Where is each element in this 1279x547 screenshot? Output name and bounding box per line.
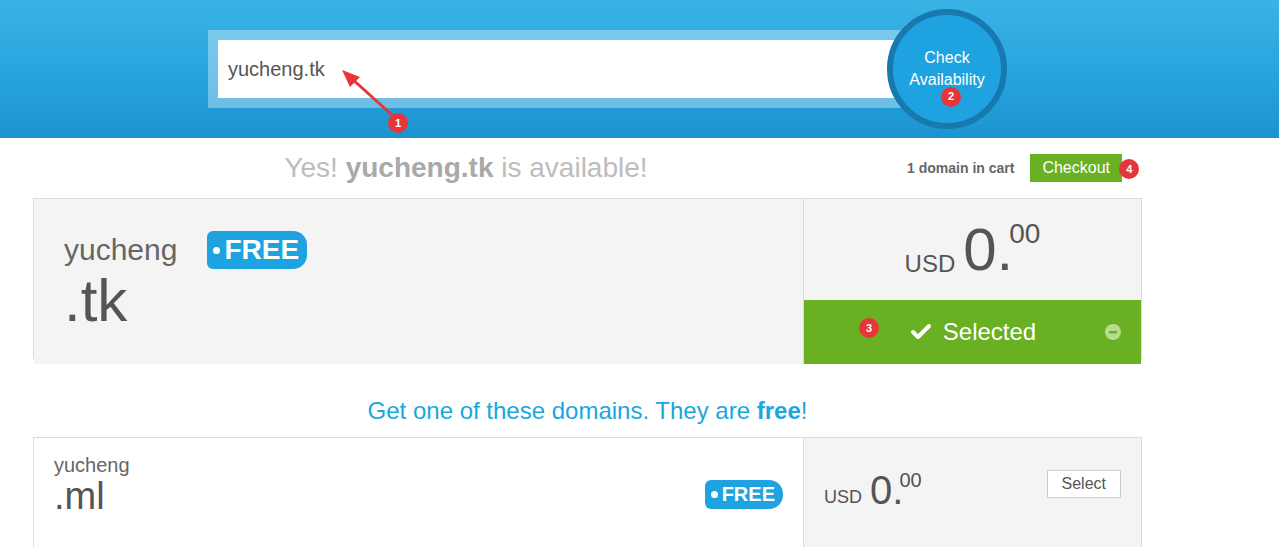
remove-icon[interactable] (1105, 324, 1121, 340)
annotation-badge: 2 (941, 87, 961, 107)
tag-dot (213, 247, 220, 254)
price: USD 0.00 (824, 470, 922, 510)
check-icon (909, 320, 933, 344)
cart: 1 domain in cart Checkout4 (899, 154, 1142, 182)
domain-label: yucheng (54, 454, 130, 477)
annotation-arrow-icon (0, 0, 1279, 138)
search-banner: yucheng.tkCheck Availability2 1 (0, 0, 1279, 138)
domain-label: yucheng (64, 233, 177, 267)
price-cents: 00 (899, 470, 921, 490)
domain-tld: .ml (54, 477, 130, 517)
free-tag: FREE (705, 480, 783, 509)
price: USD 0.00 (905, 220, 1041, 280)
domain-card: yuchengFREE.tkUSD0.00Selected3 (33, 198, 1142, 359)
annotation-badge: 1 (388, 113, 408, 133)
availability-title: Yes! yucheng.tk is available! (33, 152, 899, 184)
suggestion-price-panel: USD 0.00 Select (803, 438, 1141, 547)
annotation-badge: 4 (1119, 159, 1139, 179)
free-tag: FREE (207, 231, 307, 269)
cart-count: 1 domain in cart (907, 160, 1014, 176)
suggestion-card: yucheng.ml FREE USD 0.00 Select (33, 437, 1142, 547)
checkout-button[interactable]: Checkout4 (1030, 154, 1122, 182)
suggestion-name: yucheng.ml FREE (34, 438, 803, 547)
currency: USD (824, 488, 862, 506)
price-cents: 00 (1009, 220, 1040, 248)
select-button[interactable]: Select (1047, 470, 1121, 498)
offer-heading: Get one of these domains. They are free! (33, 397, 1142, 425)
domain-price-panel: USD 0.00 Selected3 (803, 199, 1141, 364)
domain-name: yucheng FREE.tk (34, 199, 803, 364)
domain-search-input[interactable]: yucheng.tk (218, 40, 895, 98)
selected-button[interactable]: Selected3 (804, 300, 1141, 364)
price-whole: 0. (870, 470, 903, 510)
search-frame: yucheng.tk (208, 30, 905, 108)
result-row: Yes! yucheng.tk is available!1 domain in… (33, 138, 1142, 198)
price-whole: 0. (963, 220, 1013, 280)
domain-tld: .tk (64, 269, 773, 332)
currency: USD (905, 252, 956, 276)
tag-dot (711, 491, 718, 498)
annotation-badge: 3 (859, 318, 879, 338)
results: Yes! yucheng.tk is available!1 domain in… (33, 138, 1142, 547)
check-availability-button[interactable]: Check Availability2 (887, 9, 1007, 129)
